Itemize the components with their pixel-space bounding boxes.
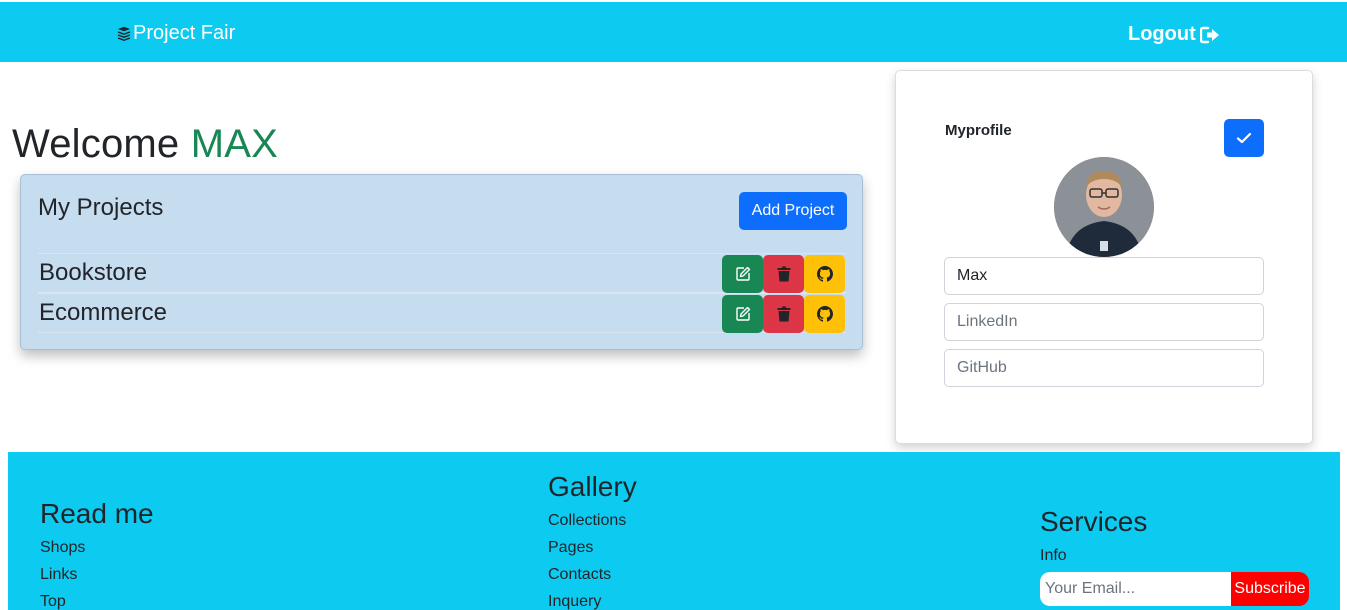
footer-link-links[interactable]: Links — [40, 566, 77, 584]
delete-project-button[interactable] — [763, 295, 804, 333]
name-field[interactable] — [944, 257, 1264, 295]
linkedin-field[interactable] — [944, 303, 1264, 341]
github-icon — [816, 306, 833, 322]
logout-label: Logout — [1128, 23, 1196, 45]
email-field[interactable] — [1040, 572, 1232, 606]
profile-title: Myprofile — [945, 122, 1012, 139]
github-field[interactable] — [944, 349, 1264, 387]
footer-link-top[interactable]: Top — [40, 593, 66, 610]
sign-out-icon — [1199, 26, 1219, 43]
project-row: Bookstore — [38, 253, 846, 293]
delete-project-button[interactable] — [763, 255, 804, 293]
save-profile-button[interactable] — [1224, 119, 1264, 157]
footer-heading-gallery: Gallery — [548, 471, 637, 502]
welcome-prefix: Welcome — [12, 122, 180, 166]
edit-icon — [735, 306, 750, 321]
subscribe-form: Subscribe — [1040, 572, 1309, 606]
edit-project-button[interactable] — [722, 295, 763, 333]
footer-link-contacts[interactable]: Contacts — [548, 566, 611, 584]
welcome-user-name: MAX — [190, 122, 278, 166]
brand-label: Project Fair — [133, 22, 236, 44]
footer-heading-services: Services — [1040, 506, 1148, 537]
user-photo — [1054, 157, 1154, 257]
stack-icon — [117, 26, 131, 41]
project-name: Bookstore — [39, 259, 148, 286]
github-link-button[interactable] — [804, 295, 845, 333]
subscribe-button[interactable]: Subscribe — [1231, 572, 1309, 606]
edit-icon — [735, 266, 750, 281]
brand-link[interactable]: Project Fair — [116, 22, 235, 45]
navbar: Project Fair Logout — [0, 2, 1347, 62]
github-icon — [816, 266, 833, 282]
my-projects-title: My Projects — [38, 194, 164, 221]
add-project-button[interactable]: Add Project — [739, 192, 847, 230]
footer-link-collections[interactable]: Collections — [548, 512, 626, 530]
footer-link-shops[interactable]: Shops — [40, 539, 85, 557]
project-row: Ecommerce — [38, 293, 846, 333]
project-name: Ecommerce — [39, 299, 168, 326]
my-projects-card: My Projects Add Project Bookstore Ecomme… — [20, 174, 863, 350]
footer-link-pages[interactable]: Pages — [548, 539, 593, 557]
logout-button[interactable]: Logout — [1128, 23, 1220, 46]
github-link-button[interactable] — [804, 255, 845, 293]
profile-card: Myprofile — [895, 70, 1313, 444]
check-icon — [1236, 132, 1252, 144]
footer-link-inquery[interactable]: Inquery — [548, 593, 601, 610]
trash-icon — [777, 306, 790, 322]
avatar[interactable] — [1054, 157, 1154, 257]
footer: Read me Shops Links Top Gallery Collecti… — [8, 452, 1340, 610]
trash-icon — [777, 266, 790, 282]
footer-info-text: Info — [1040, 547, 1067, 564]
welcome-heading: Welcome MAX — [12, 122, 278, 167]
edit-project-button[interactable] — [722, 255, 763, 293]
footer-heading-read-me: Read me — [40, 498, 154, 529]
